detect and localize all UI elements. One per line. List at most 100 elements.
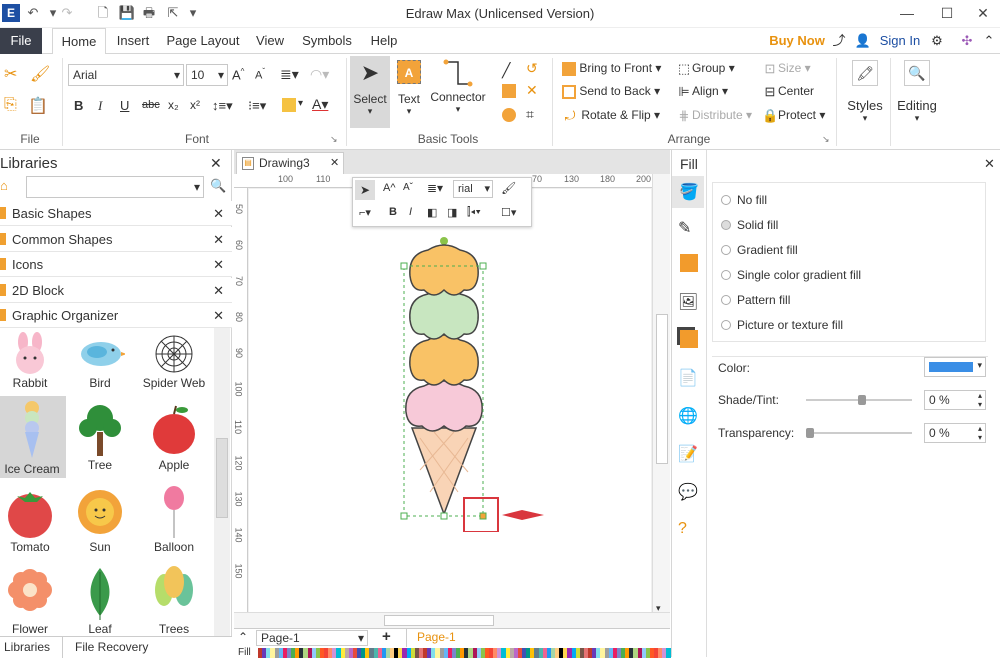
close-window-icon[interactable]: ✕ [968,2,998,24]
shape-sun[interactable]: Sun [68,480,132,562]
tab-libraries[interactable]: Libraries [4,640,50,654]
comment-tab-icon[interactable]: 💬 [678,482,700,504]
ice-cream-shape[interactable] [384,232,554,532]
buy-now-link[interactable]: Buy Now [766,28,828,54]
fill-option-picture-texture[interactable]: Picture or texture fill [721,318,843,332]
cross-tool-icon[interactable]: ✕ [526,82,538,99]
tab-page-1[interactable]: Page-1 [406,629,496,647]
close-tab-icon[interactable]: ✕ [330,156,339,169]
shape-flower[interactable]: Flower [0,562,62,636]
close-category-icon[interactable]: ✕ [213,303,224,328]
mini-align-icon[interactable]: ≣▾ [427,181,443,195]
shape-leaf[interactable]: Leaf [68,562,132,636]
ribbon-collapse-icon[interactable]: ⌃ [980,28,998,54]
bold-icon[interactable]: B [74,98,83,113]
align-button[interactable]: ⊫ Align ▾ [676,80,728,102]
category-basic-shapes[interactable]: Basic Shapes ✕ [0,201,232,226]
mini-bring-front-icon[interactable]: ◧ [427,206,437,219]
mini-font-select[interactable]: rial ▾ [453,180,493,198]
tab-home[interactable]: Home [52,28,106,55]
shade-tint-input[interactable]: 0 % ▴ ▾ [924,390,986,410]
globe-tab-icon[interactable]: 🌐 [678,406,700,428]
copy-icon[interactable]: ⎘ [4,96,17,114]
mini-shrink-font-icon[interactable]: Aˇ [403,182,413,193]
close-category-icon[interactable]: ✕ [213,227,224,252]
line-spacing-icon[interactable]: ↕≡▾ [212,98,233,114]
close-libraries-icon[interactable]: ✕ [210,155,222,172]
sign-in-link[interactable]: Sign In [876,28,924,54]
italic-icon[interactable]: I [98,98,102,114]
maximize-icon[interactable]: ☐ [932,2,962,24]
note-tab-icon[interactable]: 📝 [678,444,700,466]
underline-icon[interactable]: U [120,98,129,113]
fill-color-icon[interactable] [282,98,296,112]
transparency-input[interactable]: 0 % ▴ ▾ [924,423,986,443]
mini-style-icon[interactable]: ☐▾ [501,206,516,219]
font-name-select[interactable]: Arial ▾ [68,64,184,86]
vertical-scrollbar-thumb[interactable] [656,314,668,464]
vertical-scrollbar[interactable]: ▾ [652,174,670,614]
color-picker[interactable]: ▾ [924,357,986,377]
scrollbar-thumb[interactable] [216,438,228,518]
center-button[interactable]: ⊟ Center [762,80,814,102]
format-painter-icon[interactable]: 🖌 [30,64,50,84]
shade-tint-slider[interactable] [806,395,912,405]
close-fill-panel-icon[interactable]: ✕ [984,156,995,172]
horizontal-scrollbar-thumb[interactable] [384,615,494,626]
font-color-icon[interactable]: A▾ [312,96,328,113]
send-to-back-button[interactable]: Send to Back ▾ [562,80,660,102]
shape-tomato[interactable]: Tomato [0,480,62,562]
layer-tab-icon[interactable] [680,330,698,348]
fill-option-pattern-fill[interactable]: Pattern fill [721,293,790,307]
ellipse-tool-icon[interactable] [502,108,516,122]
superscript-icon[interactable]: x² [190,98,200,112]
shrink-font-icon[interactable]: Aˇ [255,67,265,82]
editing-button[interactable]: 🔍 Editing ▾ [894,58,940,138]
shape-ice-cream[interactable]: Ice Cream [0,396,66,478]
arrange-dialog-launcher-icon[interactable]: ↘ [822,134,830,145]
close-category-icon[interactable]: ✕ [213,201,224,226]
transparency-slider-handle[interactable] [806,428,814,438]
fill-color-dropdown-icon[interactable]: ▾ [298,98,303,109]
line-tool-icon[interactable]: ╱ [502,62,510,79]
font-dialog-launcher-icon[interactable]: ↘ [330,134,338,145]
transparency-slider[interactable] [806,428,912,438]
horizontal-scrollbar[interactable] [234,612,670,628]
mini-select-icon[interactable]: ➤ [355,180,375,200]
bullets-icon[interactable]: ⁝≡▾ [248,98,266,114]
fill-option-no-fill[interactable]: No fill [721,193,767,207]
select-tool-button[interactable]: ➤ Select ▾ [350,56,390,128]
tab-file-recovery[interactable]: File Recovery [75,640,148,654]
line-style-icon[interactable]: ◠▾ [310,66,329,83]
search-icon[interactable]: 🔍 [210,178,226,194]
crop-tool-icon[interactable]: ⌗ [526,106,534,123]
grow-font-icon[interactable]: A^ [232,67,244,82]
shape-balloon[interactable]: Balloon [142,480,206,562]
group-button[interactable]: ⬚ Group ▾ [676,57,735,79]
file-menu[interactable]: File [0,28,42,54]
rectangle-tool-icon[interactable] [502,84,516,98]
category-common-shapes[interactable]: Common Shapes ✕ [0,227,232,252]
rotate-handle[interactable] [440,237,448,245]
tab-symbols[interactable]: Symbols [298,28,356,54]
protect-button[interactable]: 🔒Protect ▾ [762,104,825,126]
rotate-flip-button[interactable]: ⤾ Rotate & Flip ▾ [562,104,661,126]
subscript-icon[interactable]: x₂ [168,98,179,112]
tab-view[interactable]: View [252,28,288,54]
category-graphic-organizer[interactable]: Graphic Organizer ✕ [0,303,232,328]
arc-tool-icon[interactable]: ↺ [526,60,538,77]
shape-tree[interactable]: Tree [68,398,132,480]
help-tab-icon[interactable]: ? [678,520,700,542]
shade-slider-handle[interactable] [858,395,866,405]
image-tab-icon[interactable]: 🖼 [678,292,700,314]
bring-to-front-button[interactable]: Bring to Front ▾ [562,57,661,79]
styles-button[interactable]: 🖍 Styles ▾ [842,58,888,138]
shapes-scrollbar[interactable] [214,328,230,636]
settings-gear-icon[interactable]: ⚙ [926,28,948,54]
library-search-input[interactable]: ▾ [26,176,204,198]
close-category-icon[interactable]: ✕ [213,252,224,277]
mini-distribute-icon[interactable]: ⫿◂▾ [467,206,481,219]
mini-bold-icon[interactable]: B [389,206,397,218]
mini-format-painter-icon[interactable]: 🖌 [501,181,516,195]
tab-help[interactable]: Help [366,28,402,54]
